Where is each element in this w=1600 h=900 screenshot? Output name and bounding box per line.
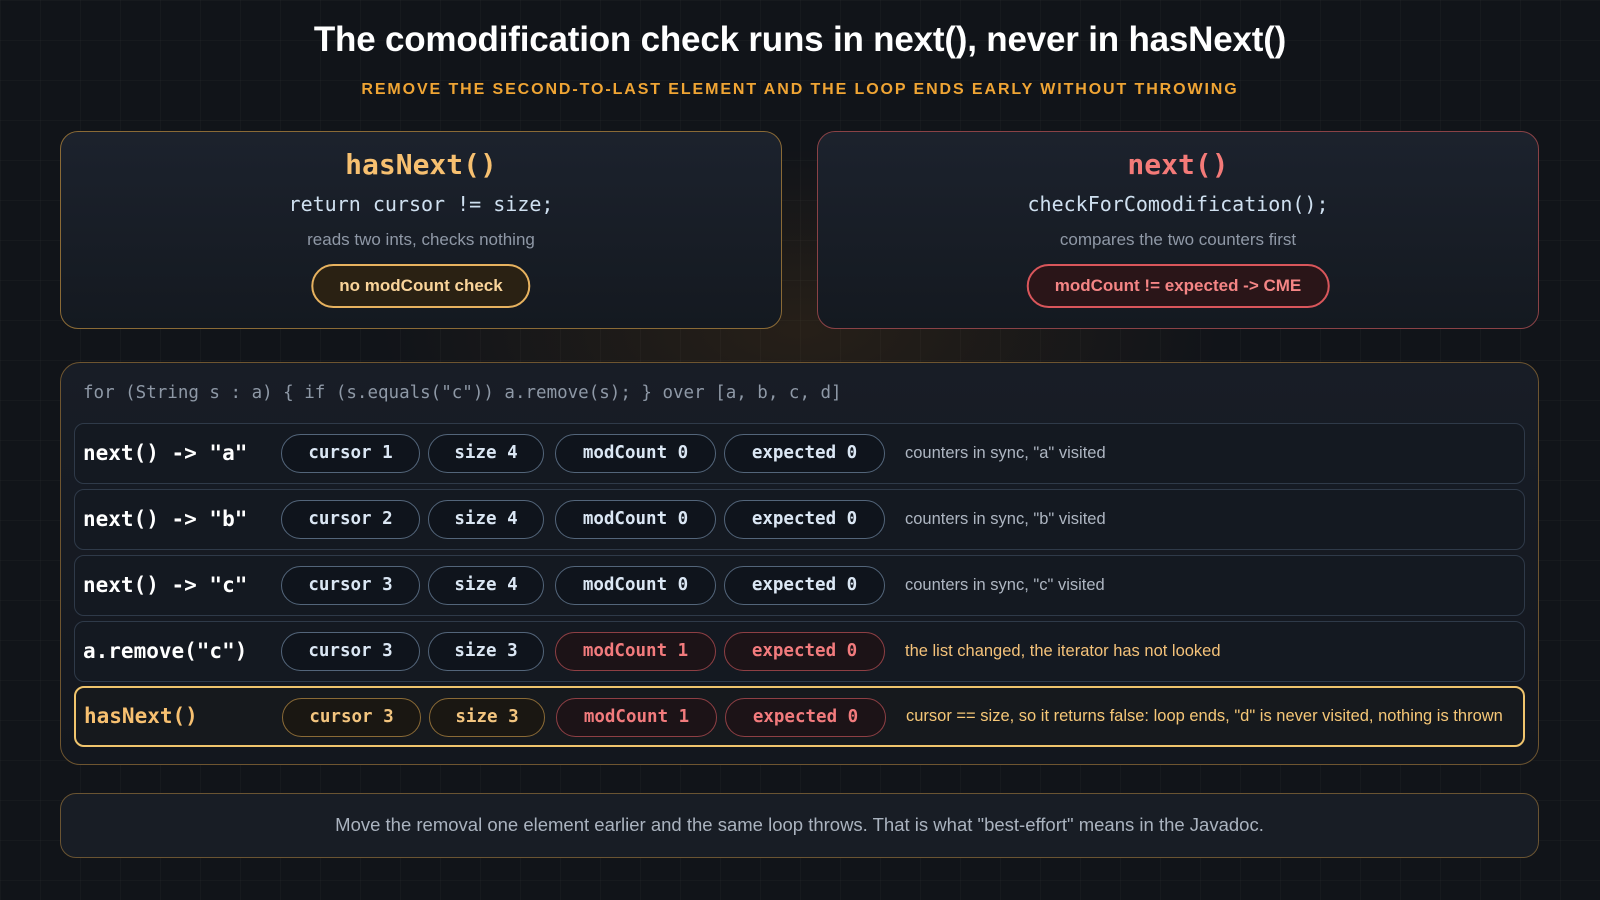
size-pill: size 4 [428,566,544,605]
expected-pill: expected 0 [724,632,885,671]
trace-row-note: cursor == size, so it returns false: loo… [906,707,1503,725]
expected-pill: expected 0 [724,434,885,473]
modcount-pill: modCount 0 [555,566,716,605]
modcount-pill: modCount 1 [555,632,716,671]
hasnext-card-title: hasNext() [345,148,497,181]
cursor-pill: cursor 1 [281,434,420,473]
trace-row-hasnext: hasNext() cursor 3 size 3 modCount 1 exp… [74,686,1525,747]
size-pill: size 4 [428,434,544,473]
modcount-pill: modCount 1 [556,698,717,737]
cursor-pill: cursor 3 [281,632,420,671]
next-card-note: compares the two counters first [1059,230,1297,249]
next-card-code: checkForComodification(); [1027,192,1329,216]
modcount-pill: modCount 0 [555,500,716,539]
trace-row-next-b: next() -> "b" cursor 2 size 4 modCount 0… [74,489,1525,550]
trace-row-remove-c: a.remove("c") cursor 3 size 3 modCount 1… [74,621,1525,682]
next-card: next() checkForComodification(); compare… [817,131,1539,329]
cursor-pill: cursor 2 [281,500,420,539]
cursor-pill: cursor 3 [281,566,420,605]
cursor-pill: cursor 3 [282,698,421,737]
trace-row-next-c: next() -> "c" cursor 3 size 4 modCount 0… [74,555,1525,616]
hasnext-card-badge: no modCount check [311,264,531,308]
hasnext-card-code: return cursor != size; [288,192,554,216]
trace-row-label: next() -> "c" [83,573,248,597]
expected-pill: expected 0 [724,500,885,539]
page-subtitle: REMOVE THE SECOND-TO-LAST ELEMENT AND TH… [361,81,1239,98]
expected-pill: expected 0 [724,566,885,605]
footer-note: Move the removal one element earlier and… [60,793,1539,858]
page-title: The comodification check runs in next(),… [313,20,1287,59]
next-card-badge: modCount != expected -> CME [1026,264,1330,308]
trace-row-label: next() -> "a" [83,441,248,465]
trace-code: for (String s : a) { if (s.equals("c")) … [83,383,842,403]
size-pill: size 3 [428,632,544,671]
trace-row-note: counters in sync, "a" visited [905,444,1106,462]
trace-row-note: counters in sync, "b" visited [905,510,1106,528]
hasnext-card: hasNext() return cursor != size; reads t… [60,131,782,329]
size-pill: size 4 [428,500,544,539]
trace-row-next-a: next() -> "a" cursor 1 size 4 modCount 0… [74,423,1525,484]
trace-row-note: the list changed, the iterator has not l… [905,642,1221,660]
trace-row-label: next() -> "b" [83,507,248,531]
modcount-pill: modCount 0 [555,434,716,473]
trace-row-label: hasNext() [84,704,198,728]
size-pill: size 3 [429,698,545,737]
hasnext-card-note: reads two ints, checks nothing [307,230,535,249]
expected-pill: expected 0 [725,698,886,737]
trace-row-label: a.remove("c") [83,639,248,663]
next-card-title: next() [1127,148,1229,181]
trace-panel: for (String s : a) { if (s.equals("c")) … [60,362,1539,765]
trace-row-note: counters in sync, "c" visited [905,576,1105,594]
